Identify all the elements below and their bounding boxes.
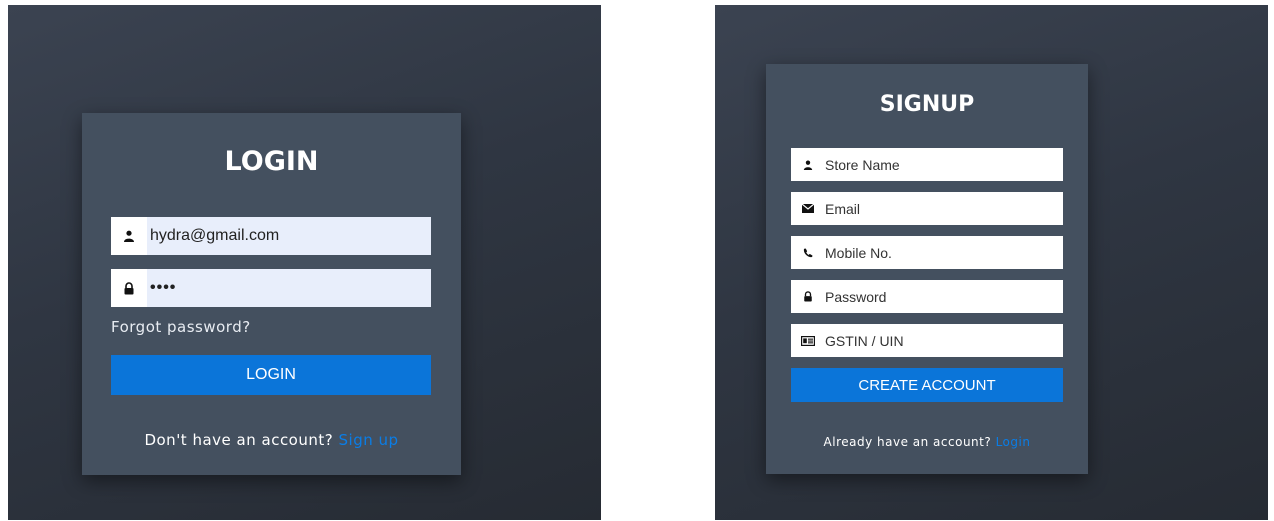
envelope-icon: [791, 192, 825, 225]
signup-card: SIGNUP Store Name Email Mobile No. Passw…: [766, 64, 1088, 474]
lock-icon: [791, 280, 825, 313]
login-title: LOGIN: [224, 146, 319, 177]
mobile-field[interactable]: Mobile No.: [791, 236, 1063, 269]
email-value[interactable]: hydra@gmail.com: [147, 217, 431, 255]
gstin-placeholder[interactable]: GSTIN / UIN: [825, 324, 1063, 357]
signup-link[interactable]: Sign up: [339, 431, 399, 449]
store-name-placeholder[interactable]: Store Name: [825, 148, 1063, 181]
store-name-field[interactable]: Store Name: [791, 148, 1063, 181]
login-button[interactable]: LOGIN: [111, 355, 431, 395]
phone-icon: [791, 236, 825, 269]
email-placeholder[interactable]: Email: [825, 192, 1063, 225]
login-prompt: Already have an account? Login: [766, 435, 1088, 449]
user-icon: [791, 148, 825, 181]
user-icon: [111, 217, 147, 255]
gstin-field[interactable]: GSTIN / UIN: [791, 324, 1063, 357]
signup-prompt: Don't have an account? Sign up: [82, 431, 461, 449]
forgot-password-link[interactable]: Forgot password?: [111, 318, 251, 336]
email-field[interactable]: Email: [791, 192, 1063, 225]
mobile-placeholder[interactable]: Mobile No.: [825, 236, 1063, 269]
password-value[interactable]: ••••: [147, 269, 431, 307]
password-placeholder[interactable]: Password: [825, 280, 1063, 313]
lock-icon: [111, 269, 147, 307]
signup-background: SIGNUP Store Name Email Mobile No. Passw…: [715, 5, 1268, 520]
password-field[interactable]: ••••: [111, 269, 431, 307]
login-link[interactable]: Login: [996, 435, 1031, 449]
email-field[interactable]: hydra@gmail.com: [111, 217, 431, 255]
password-field[interactable]: Password: [791, 280, 1063, 313]
signup-prompt-text: Don't have an account?: [144, 431, 334, 449]
id-card-icon: [791, 324, 825, 357]
login-background: LOGIN hydra@gmail.com •••• Forgot passwo…: [8, 5, 601, 520]
signup-title: SIGNUP: [879, 92, 975, 117]
login-prompt-text: Already have an account?: [823, 435, 992, 449]
create-account-button[interactable]: CREATE ACCOUNT: [791, 368, 1063, 402]
login-card: LOGIN hydra@gmail.com •••• Forgot passwo…: [82, 113, 461, 475]
